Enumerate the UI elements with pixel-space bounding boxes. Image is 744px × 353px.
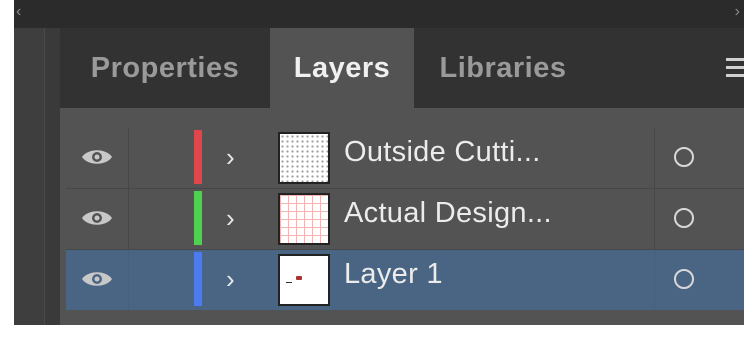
layer-name[interactable]: Actual Design... xyxy=(344,197,552,230)
layer-row[interactable]: › Outside Cutti... xyxy=(66,128,744,188)
page-margin-bottom xyxy=(0,325,744,353)
layer-thumbnail xyxy=(278,132,330,184)
tab-properties[interactable]: Properties xyxy=(60,28,270,108)
layer-name[interactable]: Layer 1 xyxy=(344,258,443,291)
eye-icon[interactable] xyxy=(80,146,114,168)
layer-color-indicator xyxy=(194,130,202,184)
hamburger-menu-icon[interactable] xyxy=(726,58,744,78)
column-divider xyxy=(654,189,655,249)
layer-color-indicator xyxy=(194,252,202,306)
layer-thumbnail xyxy=(278,254,330,306)
chevron-right-icon[interactable]: › xyxy=(226,203,235,233)
column-divider xyxy=(654,250,655,310)
panel-title-bar: ‹ › xyxy=(14,0,744,28)
layer-row-selected[interactable]: › Layer 1 xyxy=(66,250,744,310)
eye-icon[interactable] xyxy=(80,268,114,290)
layer-thumbnail xyxy=(278,193,330,245)
eye-icon[interactable] xyxy=(80,207,114,229)
tab-libraries[interactable]: Libraries xyxy=(414,28,592,108)
layer-name[interactable]: Outside Cutti... xyxy=(344,136,541,169)
circle-target-icon[interactable] xyxy=(674,208,694,228)
layers-panel: ‹ › Properties Layers Libraries › Outsid… xyxy=(14,0,744,353)
tab-layers[interactable]: Layers xyxy=(270,28,414,108)
layer-color-indicator xyxy=(194,191,202,245)
circle-target-icon[interactable] xyxy=(674,269,694,289)
double-chevron-right-icon[interactable]: › xyxy=(735,4,740,20)
column-divider xyxy=(128,128,129,188)
page-margin-left xyxy=(0,0,14,353)
circle-target-icon[interactable] xyxy=(674,147,694,167)
chevron-right-icon[interactable]: › xyxy=(226,142,235,172)
double-chevron-left-icon[interactable]: ‹ xyxy=(16,4,21,20)
layers-list-area: › Outside Cutti... › Actual Design... › … xyxy=(60,108,744,353)
column-divider xyxy=(128,250,129,310)
column-divider xyxy=(654,128,655,188)
panel-tab-bar: Properties Layers Libraries xyxy=(60,28,744,108)
chevron-right-icon[interactable]: › xyxy=(226,264,235,294)
left-dock-strip xyxy=(14,28,45,353)
layer-row[interactable]: › Actual Design... xyxy=(66,189,744,249)
column-divider xyxy=(128,189,129,249)
